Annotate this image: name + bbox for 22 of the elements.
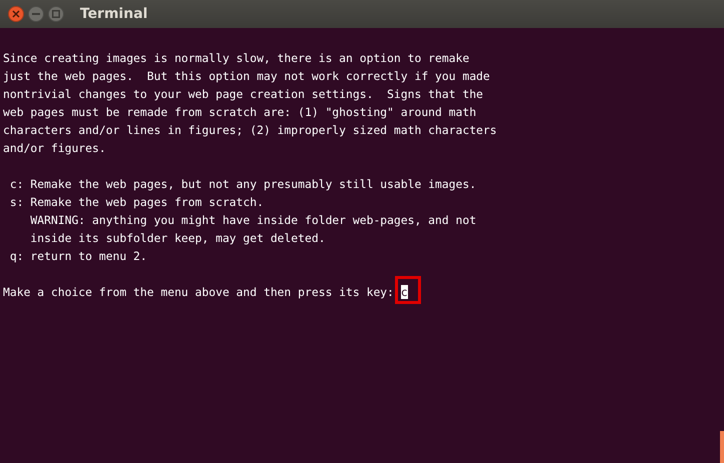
window-title: Terminal — [80, 6, 148, 22]
terminal-prompt: Make a choice from the menu above and then press its key: — [3, 285, 395, 299]
maximize-button[interactable] — [48, 6, 64, 22]
terminal-line: inside its subfolder keep, may get deleted. — [29, 230, 326, 247]
close-button[interactable] — [8, 6, 24, 22]
highlight-frame — [394, 276, 421, 304]
terminal-line: WARNING: anything you might have inside folder web-pages, and not — [29, 212, 478, 229]
terminal-line: just the web pages. But this option may not work correctly if you made — [3, 68, 491, 85]
terminal-line: nontrivial changes to your web page creation settings. Signs that the — [3, 86, 484, 103]
terminal-line: characters and/or lines in figures; (2) improperly sized math characters — [3, 122, 498, 139]
terminal-line: and/or figures. — [3, 140, 107, 157]
terminal-line: web pages must be remade from scratch are: (1) "ghosting" around math — [3, 104, 478, 121]
terminal-line: s: Remake the web pages from scratch. — [8, 194, 265, 211]
terminal-line: c: Remake the web pages, but not any presumably still usable images. — [8, 176, 478, 193]
close-icon — [12, 10, 20, 18]
terminal-line: q: return to menu 2. — [8, 248, 148, 265]
terminal-input[interactable]: c — [400, 285, 408, 299]
minimize-button[interactable] — [28, 6, 44, 22]
minimize-icon — [32, 13, 40, 15]
terminal-line: Since creating images is normally slow, there is an option to remake — [3, 50, 470, 67]
scrollbar-thumb[interactable] — [720, 431, 724, 463]
maximize-icon — [52, 10, 60, 18]
